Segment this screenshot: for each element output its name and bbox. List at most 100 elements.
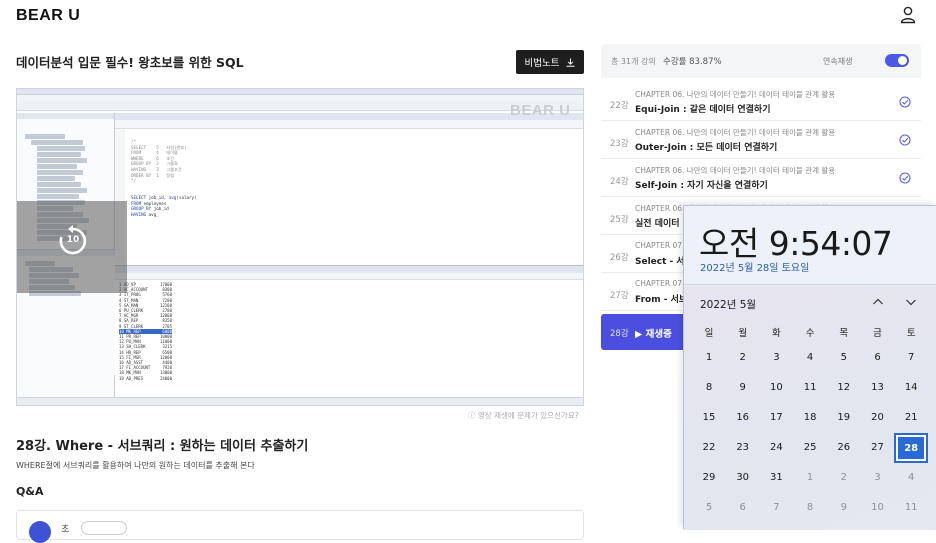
now-playing-label: ▶ 재생중 bbox=[635, 329, 672, 340]
calendar-day[interactable]: 17 bbox=[759, 403, 793, 433]
weekday-label: 화 bbox=[772, 328, 781, 339]
rewind-overlay[interactable]: 10 bbox=[17, 201, 127, 293]
lecture-number: 27강 bbox=[610, 291, 629, 301]
calendar-day[interactable]: 1 bbox=[692, 343, 726, 373]
calendar-day[interactable]: 5 bbox=[827, 343, 861, 373]
calendar-day[interactable]: 19 bbox=[827, 403, 861, 433]
calendar-day[interactable]: 23 bbox=[726, 433, 760, 463]
calendar-day[interactable]: 11 bbox=[894, 493, 928, 523]
calendar-day[interactable]: 4 bbox=[894, 463, 928, 493]
qa-card[interactable]: 초 bbox=[16, 510, 584, 543]
sql-code: /* SELECT 5 사원(번호) FROM 4 테이블 WHERE 6 조건… bbox=[131, 139, 197, 217]
ide-query-results: 1 AD_VP 17000 2 AC_ACCOUNT 8300 3 IT_PRO… bbox=[115, 265, 583, 399]
top-bar: BEAR U bbox=[0, 0, 936, 34]
calendar-day[interactable]: 3 bbox=[861, 463, 895, 493]
calendar-day[interactable]: 9 bbox=[726, 373, 760, 403]
calendar-day[interactable]: 3 bbox=[759, 343, 793, 373]
completed-check-icon bbox=[899, 172, 911, 184]
calendar-month[interactable]: 2022년 5월 bbox=[700, 297, 756, 312]
lesson-title: 28강. Where - 서브쿼리 : 원하는 데이터 추출하기 bbox=[16, 439, 309, 454]
calendar-day-today[interactable]: 28 bbox=[894, 433, 929, 463]
calendar-day[interactable]: 13 bbox=[861, 373, 895, 403]
clock-calendar-flyout: 오전 9:54:07 2022년 5월 28일 토요일 2022년 5월 일 월 화… bbox=[683, 205, 936, 530]
lecture-number: 23강 bbox=[610, 139, 629, 149]
completed-check-icon bbox=[899, 96, 911, 108]
weekday-label: 일 bbox=[704, 328, 714, 339]
calendar-day[interactable]: 25 bbox=[793, 433, 827, 463]
ide-toolbar bbox=[17, 101, 583, 111]
avatar bbox=[29, 521, 51, 543]
chevron-up-icon[interactable] bbox=[872, 296, 884, 308]
note-button[interactable]: 비법노트 bbox=[516, 50, 584, 74]
lecture-number: 28강 bbox=[610, 329, 629, 339]
calendar-day[interactable]: 24 bbox=[759, 433, 793, 463]
calendar-day[interactable]: 22 bbox=[692, 433, 726, 463]
user-icon[interactable] bbox=[900, 6, 916, 24]
course-title: 데이터분석 입문 필수! 왕초보를 위한 SQL bbox=[16, 55, 244, 70]
lecture-name: From - 서브 bbox=[635, 295, 688, 305]
calendar-day[interactable]: 2 bbox=[726, 343, 760, 373]
calendar-day[interactable]: 18 bbox=[793, 403, 827, 433]
calendar-day[interactable]: 10 bbox=[759, 373, 793, 403]
chapter-label: CHAPTER 06. 나만의 데이터 만들기! 데이터 테이블 관계 활용 bbox=[635, 128, 836, 137]
chevron-down-icon[interactable] bbox=[905, 296, 917, 308]
chapter-label: CHAPTER 07 bbox=[635, 279, 682, 288]
calendar-day[interactable]: 27 bbox=[861, 433, 895, 463]
playlist-item[interactable]: 22강 CHAPTER 06. 나만의 데이터 만들기! 데이터 테이블 관계 활… bbox=[601, 84, 921, 121]
calendar-day[interactable]: 7 bbox=[894, 343, 928, 373]
calendar-day[interactable]: 29 bbox=[692, 463, 726, 493]
calendar-day[interactable]: 12 bbox=[827, 373, 861, 403]
chapter-label: CHAPTER 07 bbox=[635, 241, 682, 250]
qa-heading: Q&A bbox=[16, 485, 44, 498]
lecture-number: 22강 bbox=[610, 101, 629, 111]
lecture-name: Select - 서 bbox=[635, 257, 685, 267]
calendar-day[interactable]: 15 bbox=[692, 403, 726, 433]
lecture-name: 실전 데이터 bbox=[635, 219, 680, 229]
note-button-label: 비법노트 bbox=[524, 58, 560, 69]
lecture-number: 25강 bbox=[610, 215, 629, 225]
calendar-day[interactable]: 31 bbox=[759, 463, 793, 493]
autoplay-toggle[interactable] bbox=[885, 54, 909, 67]
qa-badge bbox=[81, 521, 127, 535]
weekday-label: 월 bbox=[738, 328, 748, 339]
lecture-name: Outer-Join : 모든 데이터 연결하기 bbox=[635, 143, 778, 153]
calendar-day[interactable]: 4 bbox=[793, 343, 827, 373]
calendar-day[interactable]: 30 bbox=[726, 463, 760, 493]
clock-time: 오전 9:54:07 bbox=[699, 224, 893, 263]
calendar-day[interactable]: 14 bbox=[894, 373, 928, 403]
chapter-label: CHAPTER 06. 나만의 데이터 만들기! 데이터 테이블 관계 활용 bbox=[635, 166, 836, 175]
calendar-day[interactable]: 1 bbox=[793, 463, 827, 493]
calendar-day[interactable]: 6 bbox=[861, 343, 895, 373]
calendar-day[interactable]: 16 bbox=[726, 403, 760, 433]
progress-rate: 수강률 83.87% bbox=[663, 57, 722, 67]
autoplay-label: 연속재생 bbox=[823, 57, 853, 66]
playlist-header: 총 31개 강의 수강률 83.87% 연속재생 bbox=[601, 44, 921, 78]
weekday-label: 금 bbox=[873, 328, 882, 339]
calendar-day[interactable]: 11 bbox=[793, 373, 827, 403]
calendar-day[interactable]: 8 bbox=[692, 373, 726, 403]
video-player[interactable]: /* SELECT 5 사원(번호) FROM 4 테이블 WHERE 6 조건… bbox=[16, 88, 584, 406]
calendar-day[interactable]: 9 bbox=[827, 493, 861, 523]
calendar-day[interactable]: 20 bbox=[861, 403, 895, 433]
lecture-number: 26강 bbox=[610, 253, 629, 263]
playlist-item[interactable]: 23강 CHAPTER 06. 나만의 데이터 만들기! 데이터 테이블 관계 활… bbox=[601, 122, 921, 159]
calendar-day[interactable]: 21 bbox=[894, 403, 928, 433]
calendar-day[interactable]: 7 bbox=[759, 493, 793, 523]
lesson-description: WHERE절에 서브쿼리를 활용하여 나만의 원하는 데이터를 추출해 본다 bbox=[16, 461, 255, 470]
lecture-count: 총 31개 강의 bbox=[611, 57, 656, 66]
calendar-day[interactable]: 6 bbox=[726, 493, 760, 523]
lecture-name: Equi-Join : 같은 데이터 연결하기 bbox=[635, 105, 771, 115]
calendar-day[interactable]: 26 bbox=[827, 433, 861, 463]
calendar-day[interactable]: 5 bbox=[692, 493, 726, 523]
calendar-day[interactable]: 2 bbox=[827, 463, 861, 493]
date-link[interactable]: 2022년 5월 28일 토요일 bbox=[700, 259, 809, 274]
weekday-label: 목 bbox=[839, 328, 849, 339]
chapter-label: CHAPTER 06. 나만의 데이터 만들기! 데이터 테이블 관계 활용 bbox=[635, 90, 836, 99]
lecture-number: 24강 bbox=[610, 177, 629, 187]
calendar-day[interactable]: 8 bbox=[793, 493, 827, 523]
calendar-day[interactable]: 10 bbox=[861, 493, 895, 523]
rewind-seconds: 10 bbox=[66, 235, 80, 245]
playlist-item[interactable]: 24강 CHAPTER 06. 나만의 데이터 만들기! 데이터 테이블 관계 활… bbox=[601, 160, 921, 197]
report-problem-link[interactable]: ⓘ 영상 재생에 문제가 있으신가요? bbox=[468, 410, 579, 421]
logo[interactable]: BEAR U bbox=[16, 7, 80, 25]
